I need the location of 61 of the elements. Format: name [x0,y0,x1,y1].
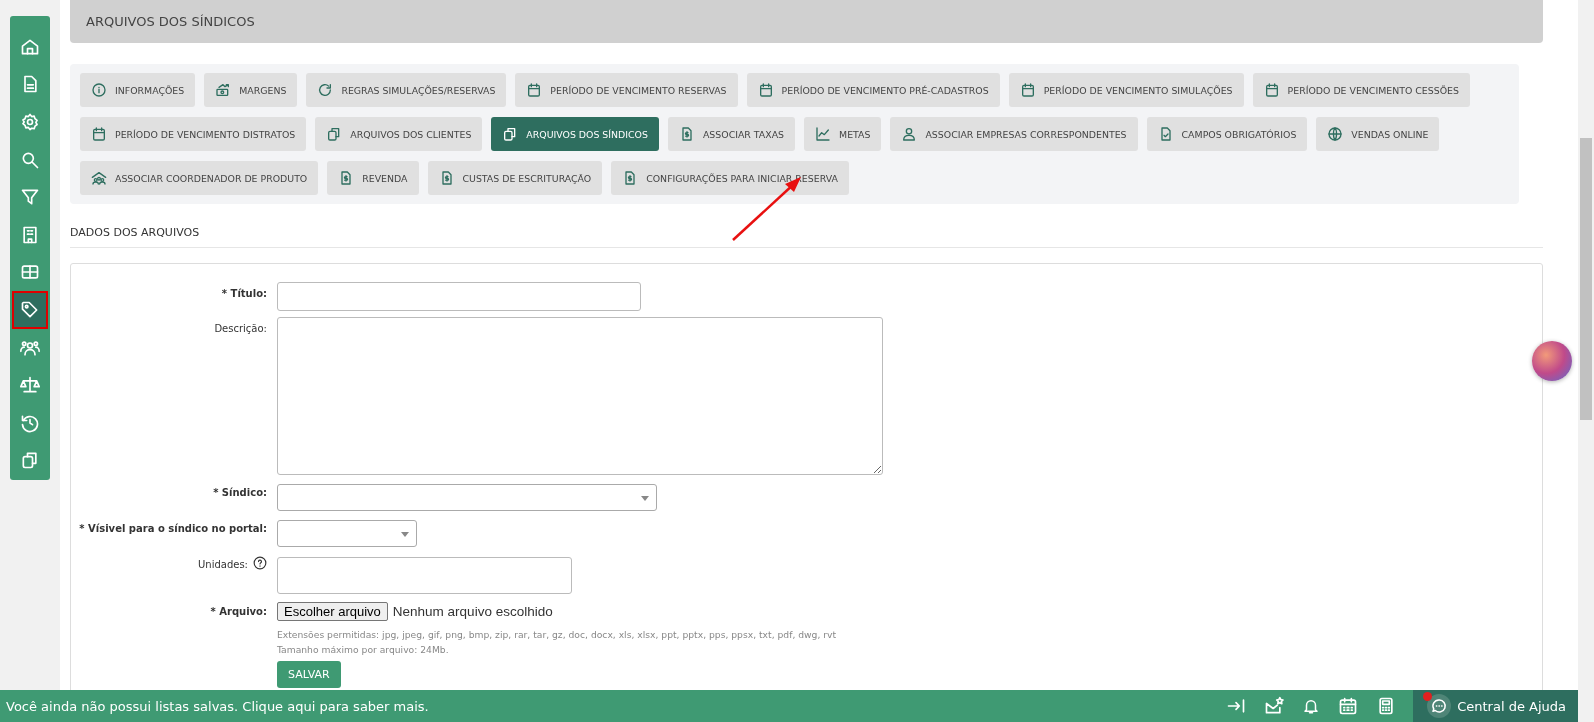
tab[interactable]: ARQUIVOS DOS SÍNDICOS [491,117,659,151]
field-label: Unidades: [198,558,248,572]
refresh-icon [317,82,334,98]
tab[interactable]: ARQUIVOS DOS CLIENTES [315,117,483,151]
tab[interactable]: METAS [804,117,882,151]
info-icon [91,82,107,98]
file-status: Nenhum arquivo escolhido [392,604,553,619]
title-input[interactable] [277,282,641,311]
units-input[interactable] [277,557,572,594]
tab[interactable]: REVENDA [327,161,419,195]
tag-icon [20,299,40,320]
scrollbar-thumb[interactable] [1580,138,1592,420]
section-title: DADOS DOS ARQUIVOS [70,226,1543,248]
tab[interactable]: PERÍODO DE VENCIMENTO SIMULAÇÕES [1008,73,1244,107]
money-icon [215,82,232,98]
chat-icon [1430,697,1449,715]
dropdown[interactable] [277,520,417,547]
assistant-orb-icon[interactable] [1532,341,1572,381]
building-icon [20,224,40,245]
collapse-arrow-icon [1226,696,1247,716]
calendar-icon [1019,82,1036,98]
user-icon [901,126,918,142]
help-icon [253,556,267,570]
choose-file-button[interactable]: Escolher arquivo [277,602,388,621]
field-label: * Arquivo: [210,605,267,619]
field-label: * Título: [221,287,267,301]
calendar-icon [757,82,774,98]
bell-icon [1302,697,1321,715]
tab[interactable]: CUSTAS DE ESCRITURAÇÃO [427,161,603,195]
tab[interactable]: CAMPOS OBRIGATÓRIOS [1146,117,1308,151]
calendar-icon [526,82,543,98]
calendar-icon [91,126,107,142]
tab[interactable]: PERÍODO DE VENCIMENTO RESERVAS [515,73,738,107]
tab[interactable]: CONFIGURAÇÕES PARA INICIAR RESERVA [611,161,849,195]
tab[interactable]: REGRAS SIMULAÇÕES/RESERVAS [306,73,507,107]
tab[interactable]: ASSOCIAR TAXAS [667,117,796,151]
tab[interactable]: ASSOCIAR EMPRESAS CORRESPONDENTES [890,117,1138,151]
tab[interactable]: MARGENS [204,73,298,107]
page-title: ARQUIVOS DOS SÍNDICOS [86,14,255,29]
calendar-icon [1263,82,1280,98]
globe-icon [1327,126,1344,142]
tab[interactable]: VENDAS ONLINE [1316,117,1440,151]
hint-text: Tamanho máximo por arquivo: 24Mb. [277,643,450,657]
envelope-star-icon [1264,696,1285,716]
field-label: Descrição: [214,322,267,336]
tab[interactable]: ASSOCIAR COORDENADOR DE PRODUTO [80,161,319,195]
settings-icon [20,112,40,132]
tab[interactable]: PERÍODO DE VENCIMENTO DISTRATOS [80,117,307,151]
field-label: * Vísivel para o síndico no portal: [79,522,267,536]
tab[interactable]: PERÍODO DE VENCIMENTO CESSÕES [1252,73,1470,107]
dropdown[interactable] [277,484,657,511]
people-house-icon [91,170,107,186]
tab[interactable]: INFORMAÇÕES [80,73,196,107]
copy-icon [20,450,40,471]
tab[interactable]: PERÍODO DE VENCIMENTO PRÉ-CADASTROS [746,73,1000,107]
calendar-icon [1338,696,1359,716]
sidebar-item[interactable] [12,291,48,329]
field-label: * Síndico: [213,486,267,500]
hint-text: Extensões permitidas: jpg, jpeg, gif, png, bmp, zip, rar, tar, gz, doc, docx, xls, xlsx, ppt, pptx, pps, ppsx, txt, pdf, dwg, rvt [277,628,838,642]
line-chart-icon [815,126,832,142]
scale-icon [20,375,40,396]
